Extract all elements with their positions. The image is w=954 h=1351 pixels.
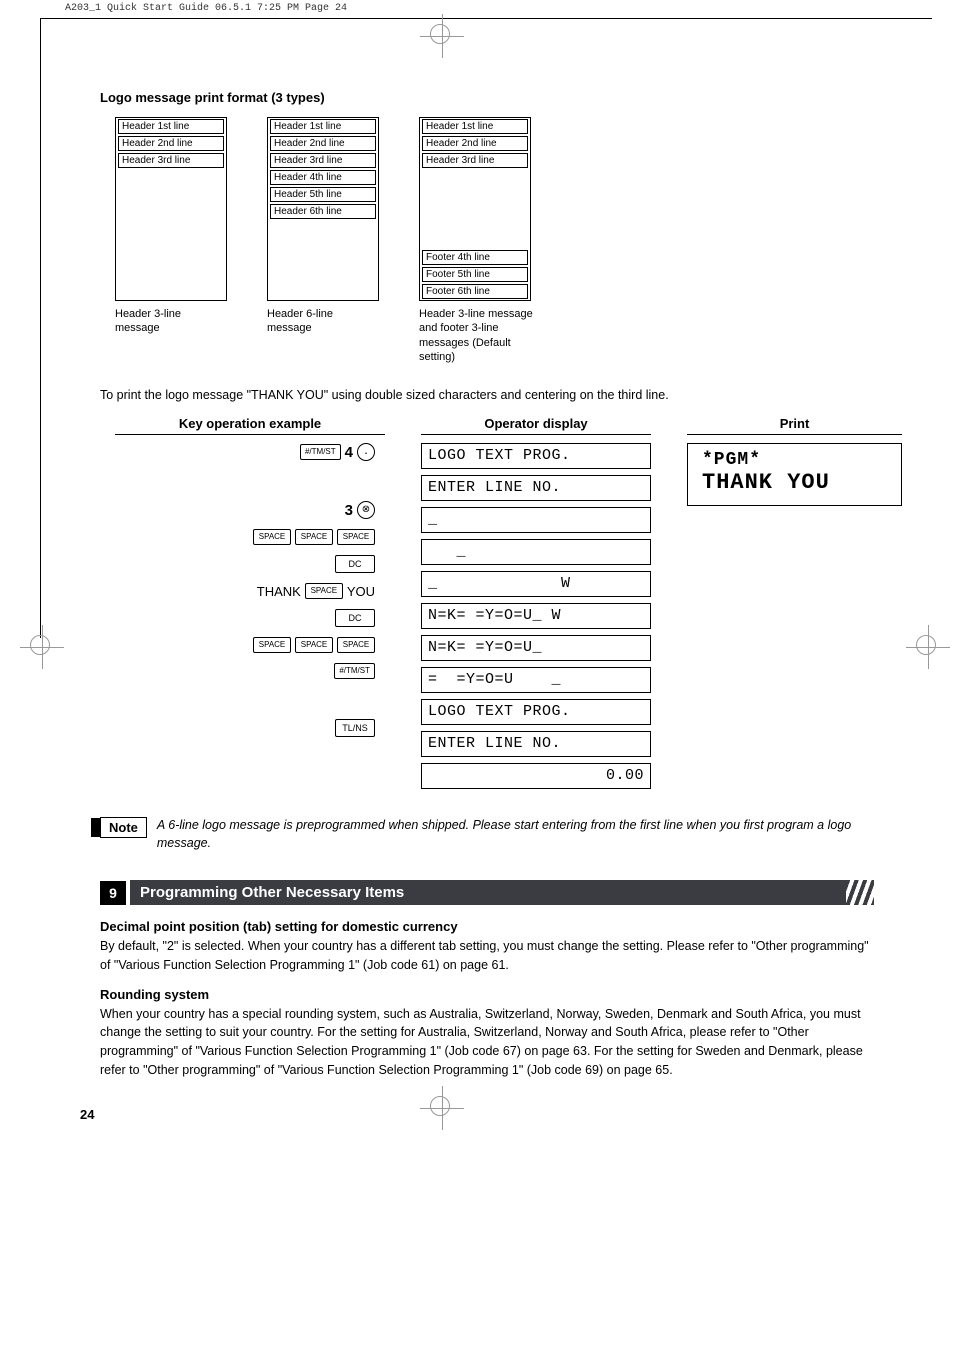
format-caption: Header 3-line message and footer 3-line … — [419, 307, 549, 364]
format-cell: Header 3rd line — [118, 153, 224, 168]
key-multiply: ⊗ — [357, 501, 375, 519]
format-caption: Header 6-line message — [267, 307, 377, 336]
sub2-title: Rounding system — [100, 987, 874, 1002]
format-cell: Header 4th line — [270, 170, 376, 185]
format-cell: Header 2nd line — [270, 136, 376, 151]
lcd-line: N=K= =Y=O=U_ — [421, 635, 651, 661]
section-num: 9 — [100, 881, 126, 905]
key-space: SPACE — [337, 529, 375, 545]
format-col-2: Header 1st line Header 2nd line Header 3… — [267, 117, 379, 364]
lcd-line: 0.00 — [421, 763, 651, 789]
section-subtitle: Logo message print format (3 types) — [100, 90, 874, 105]
lcd-line: _ — [421, 507, 651, 533]
format-col-1: Header 1st line Header 2nd line Header 3… — [115, 117, 227, 364]
section-title: Programming Other Necessary Items — [130, 880, 846, 905]
key-space: SPACE — [295, 529, 333, 545]
lcd-line: N=K= =Y=O=U_ W — [421, 603, 651, 629]
key-ops-col: #/TM/ST 4 · 3 ⊗ SPACE SPACE SPACE DC THA… — [115, 443, 385, 789]
format-cell: Header 2nd line — [422, 136, 528, 151]
format-cell: Header 1st line — [270, 119, 376, 134]
sub1-text: By default, "2" is selected. When your c… — [100, 937, 874, 975]
col-header-key: Key operation example — [115, 416, 385, 435]
key-tmst: #/TM/ST — [300, 444, 341, 460]
format-col-3: Header 1st line Header 2nd line Header 3… — [419, 117, 549, 364]
key-tmst: #/TM/ST — [334, 663, 375, 679]
key-dot: · — [357, 443, 375, 461]
text-you: YOU — [347, 584, 375, 599]
print-box: *PGM* THANK YOU — [687, 443, 902, 506]
format-cell: Header 3rd line — [270, 153, 376, 168]
digit-3: 3 — [345, 502, 353, 519]
text-thank: THANK — [257, 584, 301, 599]
format-cell: Footer 4th line — [422, 250, 528, 265]
key-dc: DC — [335, 609, 375, 627]
format-cell: Footer 6th line — [422, 284, 528, 299]
digit-4: 4 — [345, 444, 353, 461]
page-number: 24 — [80, 1107, 94, 1122]
format-caption: Header 3-line message — [115, 307, 225, 336]
note-text: A 6-line logo message is preprogrammed w… — [157, 817, 874, 852]
key-space: SPACE — [253, 529, 291, 545]
format-cell: Header 2nd line — [118, 136, 224, 151]
col-header-display: Operator display — [421, 416, 651, 435]
lcd-line: _ W — [421, 571, 651, 597]
format-cell: Header 5th line — [270, 187, 376, 202]
lcd-line: ENTER LINE NO. — [421, 475, 651, 501]
key-space: SPACE — [295, 637, 333, 653]
sub2-text: When your country has a special rounding… — [100, 1005, 874, 1080]
lcd-line: ENTER LINE NO. — [421, 731, 651, 757]
lcd-line: LOGO TEXT PROG. — [421, 699, 651, 725]
key-space: SPACE — [337, 637, 375, 653]
format-cell: Header 1st line — [422, 119, 528, 134]
print-pgm: *PGM* — [702, 450, 887, 470]
format-cell: Header 1st line — [118, 119, 224, 134]
key-tlns: TL/NS — [335, 719, 375, 737]
print-col: *PGM* THANK YOU — [687, 443, 902, 789]
lcd-line: = =Y=O=U _ — [421, 667, 651, 693]
format-cell: Header 3rd line — [422, 153, 528, 168]
intro-text: To print the logo message "THANK YOU" us… — [100, 388, 874, 402]
section-stripes-icon — [846, 880, 874, 905]
sub1-title: Decimal point position (tab) setting for… — [100, 919, 874, 934]
lcd-line: _ — [421, 539, 651, 565]
format-cell: Footer 5th line — [422, 267, 528, 282]
note-block: Note A 6-line logo message is preprogram… — [100, 817, 874, 852]
section-heading: 9 Programming Other Necessary Items — [100, 880, 874, 905]
key-space: SPACE — [253, 637, 291, 653]
print-thank: THANK YOU — [702, 470, 887, 495]
format-cell: Header 6th line — [270, 204, 376, 219]
key-space: SPACE — [305, 583, 343, 599]
col-header-print: Print — [687, 416, 902, 435]
key-dc: DC — [335, 555, 375, 573]
note-label: Note — [100, 817, 147, 838]
format-diagrams: Header 1st line Header 2nd line Header 3… — [115, 117, 874, 364]
lcd-col: LOGO TEXT PROG. ENTER LINE NO. _ _ _ W N… — [421, 443, 651, 789]
lcd-line: LOGO TEXT PROG. — [421, 443, 651, 469]
